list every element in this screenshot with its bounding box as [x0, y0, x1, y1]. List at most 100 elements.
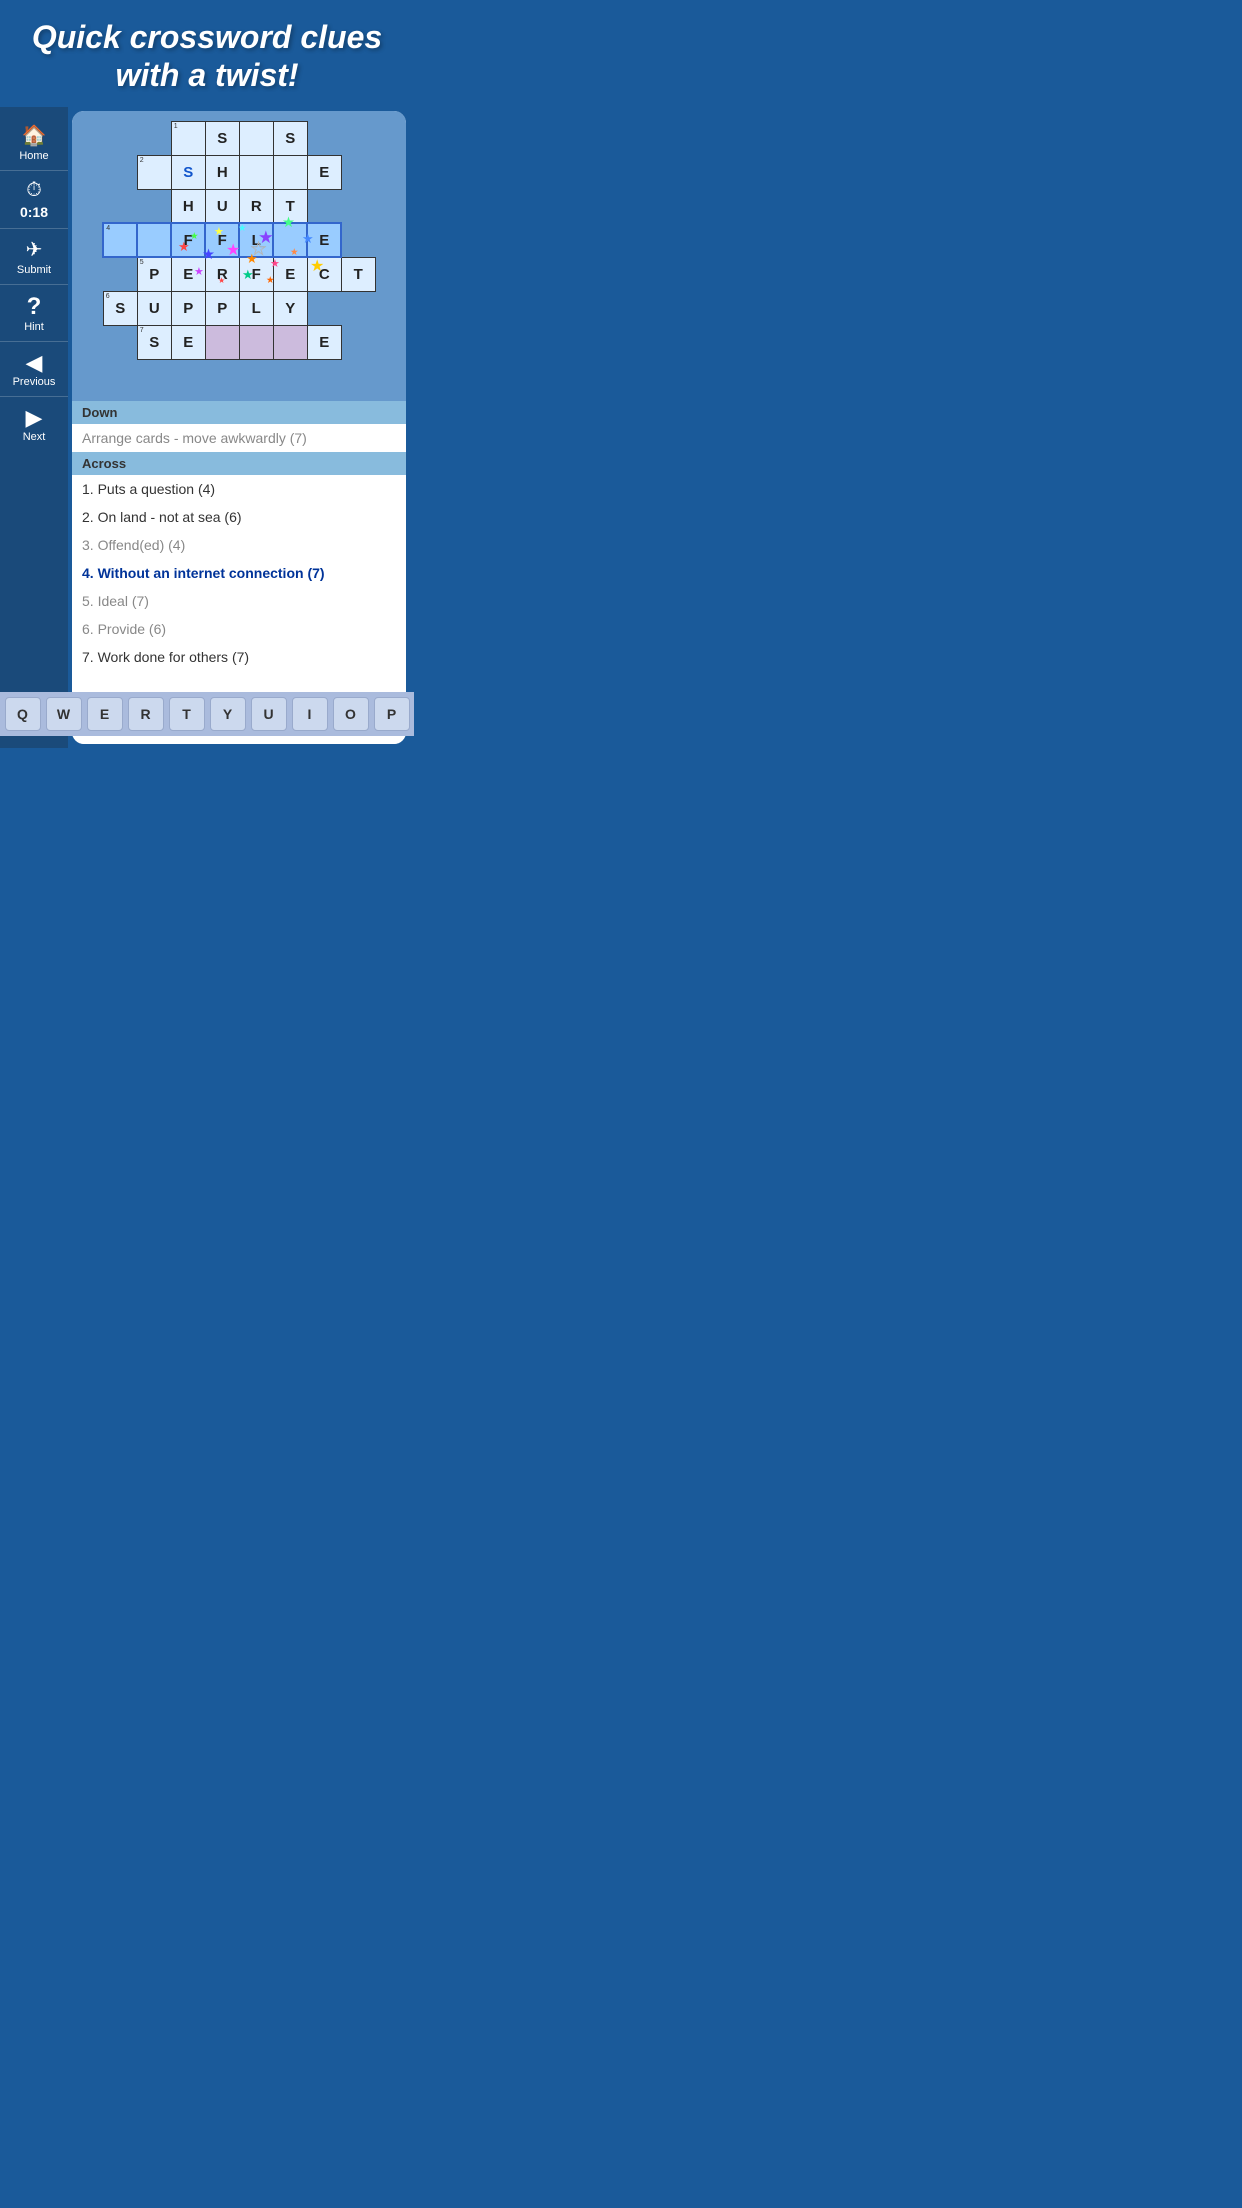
grid-cell [307, 189, 341, 223]
grid-cell[interactable] [137, 223, 171, 257]
grid-cell[interactable]: 4 [103, 223, 137, 257]
clue-item-2[interactable]: 2. On land - not at sea (6) [72, 503, 406, 531]
clue-item-6[interactable]: 6. Provide (6) [72, 615, 406, 643]
grid-cell[interactable]: S [205, 121, 239, 155]
key-R[interactable]: R [128, 697, 164, 731]
key-E[interactable]: E [87, 697, 123, 731]
grid-cell[interactable] [239, 121, 273, 155]
key-Q[interactable]: Q [5, 697, 41, 731]
grid-cell[interactable]: C [307, 257, 341, 291]
clue-text: Puts a question (4) [98, 481, 216, 497]
grid-cell[interactable]: 1 [171, 121, 205, 155]
clue-number: 4. [82, 565, 94, 581]
crossword-wrapper: 1 S S [80, 121, 398, 360]
grid-cell[interactable]: U [137, 291, 171, 325]
clue-text: Work done for others (7) [98, 649, 249, 665]
next-icon: ▶ [26, 405, 43, 431]
clue-text: On land - not at sea (6) [98, 509, 242, 525]
keyboard-row: Q W E R T Y U I O P [0, 692, 414, 736]
grid-cell [103, 325, 137, 359]
app-title: Quick crossword clues with a twist! [20, 18, 394, 95]
key-P[interactable]: P [374, 697, 410, 731]
clue-text: Provide (6) [98, 621, 166, 637]
clue-text: Ideal (7) [98, 593, 149, 609]
submit-icon: ✈ [26, 237, 43, 262]
grid-cell[interactable]: R [239, 189, 273, 223]
grid-cell[interactable]: E [171, 325, 205, 359]
main-container: 🏠 Home ⏱ 0:18 ✈ Submit ? Hint ◀ Previous… [0, 107, 414, 748]
grid-cell[interactable]: S [171, 155, 205, 189]
clue-number: 7. [82, 649, 94, 665]
grid-cell[interactable]: F [171, 223, 205, 257]
next-label: Next [23, 431, 46, 443]
down-header: Down [72, 401, 406, 424]
clue-item-1[interactable]: 1. Puts a question (4) [72, 475, 406, 503]
clue-text: Offend(ed) (4) [98, 537, 186, 553]
hint-icon: ? [27, 293, 42, 321]
grid-cell [103, 257, 137, 291]
grid-cell [137, 189, 171, 223]
crossword-grid: 1 S S [102, 121, 376, 360]
clue-number: 2. [82, 509, 94, 525]
grid-cell[interactable]: T [341, 257, 375, 291]
grid-cell[interactable] [273, 155, 307, 189]
grid-cell[interactable]: H [171, 189, 205, 223]
key-Y[interactable]: Y [210, 697, 246, 731]
grid-cell[interactable] [205, 325, 239, 359]
grid-cell[interactable]: H [205, 155, 239, 189]
key-U[interactable]: U [251, 697, 287, 731]
clue-number: 1. [82, 481, 94, 497]
grid-cell[interactable] [273, 325, 307, 359]
sidebar-item-submit[interactable]: ✈ Submit [0, 229, 68, 285]
clue-item-7[interactable]: 7. Work done for others (7) [72, 643, 406, 671]
across-header: Across [72, 452, 406, 475]
grid-cell[interactable]: 5 P [137, 257, 171, 291]
sidebar-item-previous[interactable]: ◀ Previous [0, 342, 68, 397]
grid-cell[interactable]: L [239, 223, 273, 257]
down-clue[interactable]: Arrange cards - move awkwardly (7) [72, 424, 406, 452]
clock-icon: ⏱ [26, 179, 42, 202]
grid-cell[interactable]: E [307, 223, 341, 257]
key-W[interactable]: W [46, 697, 82, 731]
key-T[interactable]: T [169, 697, 205, 731]
grid-cell[interactable]: T [273, 189, 307, 223]
grid-cell[interactable]: E [307, 155, 341, 189]
grid-cell[interactable]: E [171, 257, 205, 291]
grid-cell [137, 121, 171, 155]
grid-cell[interactable]: E [307, 325, 341, 359]
grid-cell[interactable]: Y [273, 291, 307, 325]
grid-cell[interactable]: 6 S [103, 291, 137, 325]
grid-cell[interactable]: R [205, 257, 239, 291]
grid-cell [341, 291, 375, 325]
grid-cell[interactable] [239, 325, 273, 359]
key-O[interactable]: O [333, 697, 369, 731]
clue-item-3[interactable]: 3. Offend(ed) (4) [72, 531, 406, 559]
clue-number: 3. [82, 537, 94, 553]
sidebar-item-hint[interactable]: ? Hint [0, 285, 68, 342]
clue-item-4[interactable]: 4. Without an internet connection (7) [72, 559, 406, 587]
grid-cell[interactable]: L [239, 291, 273, 325]
key-I[interactable]: I [292, 697, 328, 731]
grid-cell[interactable]: U [205, 189, 239, 223]
grid-cell[interactable]: S [273, 121, 307, 155]
header: Quick crossword clues with a twist! [0, 0, 414, 107]
hint-label: Hint [24, 321, 44, 333]
grid-cell[interactable]: F [205, 223, 239, 257]
grid-cell[interactable] [273, 223, 307, 257]
grid-cell[interactable]: 2 [137, 155, 171, 189]
grid-cell[interactable]: 7 S [137, 325, 171, 359]
previous-label: Previous [13, 376, 56, 388]
grid-cell[interactable]: F [239, 257, 273, 291]
clue-text: Without an internet connection (7) [98, 565, 325, 581]
sidebar-item-home[interactable]: 🏠 Home [0, 115, 68, 171]
home-icon: 🏠 [22, 123, 47, 148]
grid-cell[interactable]: E [273, 257, 307, 291]
grid-cell[interactable]: P [171, 291, 205, 325]
grid-cell[interactable] [239, 155, 273, 189]
clue-item-5[interactable]: 5. Ideal (7) [72, 587, 406, 615]
clue-number: 6. [82, 621, 94, 637]
grid-cell [307, 291, 341, 325]
grid-cell[interactable]: P [205, 291, 239, 325]
sidebar-item-next[interactable]: ▶ Next [0, 397, 68, 451]
sidebar-item-timer: ⏱ 0:18 [0, 171, 68, 229]
